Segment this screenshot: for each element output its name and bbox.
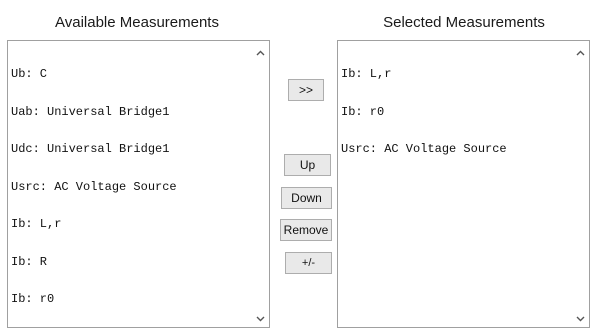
selected-items: Ib: L,r Ib: r0 Usrc: AC Voltage Source	[341, 43, 571, 181]
chevron-down-icon[interactable]	[252, 310, 269, 327]
list-item[interactable]: Usrc: AC Voltage Source	[11, 180, 251, 194]
move-up-button[interactable]: Up	[284, 154, 331, 176]
available-scrollbar[interactable]	[252, 41, 269, 327]
list-item[interactable]: Ib: L,r	[11, 218, 251, 231]
list-item[interactable]: Ub: C	[11, 68, 251, 81]
available-measurements-list[interactable]: Ub: C Uab: Universal Bridge1 Udc: Univer…	[7, 40, 270, 328]
list-item[interactable]: Ib: r0	[11, 293, 251, 306]
list-item[interactable]: Ib: L,r	[341, 68, 571, 81]
plus-minus-button[interactable]: +/-	[285, 252, 332, 274]
selected-measurements-title: Selected Measurements	[383, 14, 545, 31]
list-item[interactable]: Ib: r0	[341, 105, 571, 119]
available-measurements-title: Available Measurements	[55, 14, 219, 31]
selected-measurements-list[interactable]: Ib: L,r Ib: r0 Usrc: AC Voltage Source	[337, 40, 590, 328]
move-down-button[interactable]: Down	[281, 187, 332, 209]
chevron-up-icon[interactable]	[572, 45, 589, 62]
chevron-down-icon[interactable]	[572, 310, 589, 327]
list-item[interactable]: Usrc: AC Voltage Source	[341, 143, 571, 156]
available-items: Ub: C Uab: Universal Bridge1 Udc: Univer…	[11, 43, 251, 331]
list-item[interactable]: Uab: Universal Bridge1	[11, 105, 251, 119]
add-measurement-button[interactable]: >>	[288, 79, 324, 101]
list-item[interactable]: Udc: Universal Bridge1	[11, 143, 251, 156]
remove-button[interactable]: Remove	[280, 219, 332, 241]
list-item[interactable]: Ib: R	[11, 255, 251, 269]
selected-scrollbar[interactable]	[572, 41, 589, 327]
chevron-up-icon[interactable]	[252, 45, 269, 62]
